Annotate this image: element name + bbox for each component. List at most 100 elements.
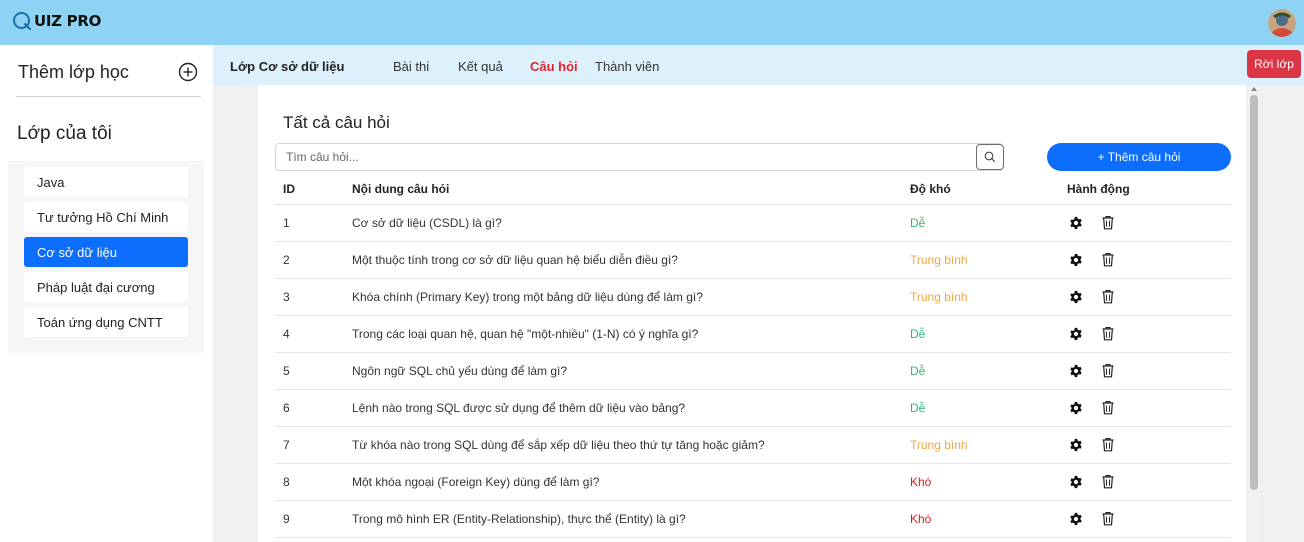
trash-icon[interactable] — [1099, 473, 1117, 491]
action-group — [1059, 436, 1231, 454]
gear-icon[interactable] — [1067, 510, 1085, 528]
action-group — [1059, 251, 1231, 269]
trash-icon[interactable] — [1099, 510, 1117, 528]
gear-icon[interactable] — [1067, 325, 1085, 343]
trash-icon[interactable] — [1099, 251, 1117, 269]
question-actions — [1059, 500, 1231, 538]
question-difficulty: Trung bình — [910, 241, 1059, 279]
question-actions — [1059, 463, 1231, 501]
table-row: 6 Lệnh nào trong SQL được sử dụng để thêm… — [275, 389, 1231, 427]
sidebar-item-co-so-du-lieu[interactable]: Cơ sở dữ liệu — [24, 237, 188, 267]
question-id: 4 — [275, 315, 352, 353]
search-input[interactable] — [275, 143, 1003, 171]
trash-icon[interactable] — [1099, 362, 1117, 380]
trash-icon[interactable] — [1099, 288, 1117, 306]
question-id: 6 — [275, 389, 352, 427]
action-group — [1059, 510, 1231, 528]
questions-panel: Tất cả câu hỏi + Thêm câu hỏi ID Nội dun… — [258, 85, 1246, 542]
question-content: Một khóa ngoại (Foreign Key) dùng để làm… — [352, 463, 910, 501]
questions-table: ID Nội dung câu hỏi Độ khó Hành động 1 Cơ… — [275, 174, 1231, 538]
sidebar-item-label: Tư tưởng Hồ Chí Minh — [37, 209, 169, 225]
sidebar-item-tu-tuong-ho-chi-minh[interactable]: Tư tưởng Hồ Chí Minh — [24, 202, 188, 232]
user-avatar[interactable] — [1268, 9, 1296, 37]
scrollbar-thumb[interactable] — [1250, 95, 1258, 490]
gear-icon[interactable] — [1067, 436, 1085, 454]
question-actions — [1059, 278, 1231, 316]
sidebar-item-toan-ung-dung-cntt[interactable]: Toán ứng dụng CNTT — [24, 307, 188, 337]
question-difficulty: Dễ — [910, 315, 1059, 353]
question-actions — [1059, 352, 1231, 390]
question-content: Lệnh nào trong SQL được sử dụng để thêm … — [352, 389, 910, 427]
question-id: 5 — [275, 352, 352, 390]
add-class-label: Thêm lớp học — [18, 61, 129, 82]
sidebar-item-java[interactable]: Java — [24, 167, 188, 197]
table-row: 2 Một thuộc tính trong cơ sở dữ liệu quan… — [275, 241, 1231, 279]
tab-cau-hoi[interactable]: Câu hỏi — [530, 59, 578, 74]
table-row: 1 Cơ sở dữ liệu (CSDL) là gì? Dễ — [275, 204, 1231, 242]
scrollbar[interactable] — [1248, 85, 1260, 542]
question-content: Trong mô hình ER (Entity-Relationship), … — [352, 500, 910, 538]
trash-icon[interactable] — [1099, 325, 1117, 343]
question-id: 2 — [275, 241, 352, 279]
question-difficulty: Khó — [910, 500, 1059, 538]
my-classes-title: Lớp của tôi — [17, 123, 112, 144]
search-icon[interactable] — [976, 144, 1004, 170]
q-logo-icon — [12, 11, 32, 31]
question-content: Ngôn ngữ SQL chủ yếu dùng để làm gì? — [352, 352, 910, 390]
app-logo[interactable]: UIZ PRO — [12, 11, 101, 31]
question-actions — [1059, 389, 1231, 427]
top-bar: UIZ PRO — [0, 0, 1304, 45]
class-subnav: Lớp Cơ sở dữ liệu Bài thi Kết quả Câu hỏ… — [213, 45, 1304, 85]
tab-bai-thi[interactable]: Bài thi — [393, 59, 429, 74]
column-header-actions: Hành động — [1059, 174, 1231, 205]
table-row: 4 Trong các loại quan hệ, quan hệ "một-nh… — [275, 315, 1231, 353]
table-row: 5 Ngôn ngữ SQL chủ yếu dùng để làm gì? Dễ — [275, 352, 1231, 390]
question-id: 3 — [275, 278, 352, 316]
add-question-button[interactable]: + Thêm câu hỏi — [1047, 143, 1231, 171]
gear-icon[interactable] — [1067, 362, 1085, 380]
trash-icon[interactable] — [1099, 214, 1117, 232]
column-header-content: Nội dung câu hỏi — [352, 174, 910, 205]
logo-text: UIZ PRO — [34, 12, 102, 30]
question-content: Cơ sở dữ liệu (CSDL) là gì? — [352, 204, 910, 242]
question-content: Trong các loại quan hệ, quan hệ "một-nhi… — [352, 315, 910, 353]
gear-icon[interactable] — [1067, 251, 1085, 269]
gear-icon[interactable] — [1067, 214, 1085, 232]
question-actions — [1059, 315, 1231, 353]
sidebar-divider — [16, 96, 201, 97]
question-content: Từ khóa nào trong SQL dùng để sắp xếp dữ… — [352, 426, 910, 464]
leave-class-button[interactable]: Rời lớp — [1247, 50, 1301, 78]
question-actions — [1059, 204, 1231, 242]
action-group — [1059, 288, 1231, 306]
question-actions — [1059, 426, 1231, 464]
table-row: 9 Trong mô hình ER (Entity-Relationship),… — [275, 500, 1231, 538]
table-header-row: ID Nội dung câu hỏi Độ khó Hành động — [275, 174, 1231, 205]
question-actions — [1059, 241, 1231, 279]
action-group — [1059, 214, 1231, 232]
question-id: 7 — [275, 426, 352, 464]
page-title: Tất cả câu hỏi — [283, 113, 390, 132]
sidebar-item-label: Pháp luật đại cương — [37, 279, 155, 295]
table-row: 7 Từ khóa nào trong SQL dùng để sắp xếp d… — [275, 426, 1231, 464]
tab-thanh-vien[interactable]: Thành viên — [595, 59, 659, 74]
question-difficulty: Khó — [910, 463, 1059, 501]
question-difficulty: Trung bình — [910, 278, 1059, 316]
tab-ket-qua[interactable]: Kết quả — [458, 59, 503, 74]
search-button[interactable] — [958, 144, 1004, 170]
add-class-button[interactable]: Thêm lớp học — [18, 59, 198, 85]
gear-icon[interactable] — [1067, 399, 1085, 417]
trash-icon[interactable] — [1099, 399, 1117, 417]
question-difficulty: Dễ — [910, 352, 1059, 390]
scroll-up-arrow-icon[interactable] — [1251, 87, 1257, 91]
question-difficulty: Trung bình — [910, 426, 1059, 464]
trash-icon[interactable] — [1099, 436, 1117, 454]
class-list: Java Tư tưởng Hồ Chí Minh Cơ sở dữ liệu … — [8, 161, 204, 353]
gear-icon[interactable] — [1067, 473, 1085, 491]
action-group — [1059, 325, 1231, 343]
gear-icon[interactable] — [1067, 288, 1085, 306]
plus-circle-icon[interactable] — [178, 62, 198, 82]
sidebar-item-phap-luat-dai-cuong[interactable]: Pháp luật đại cương — [24, 272, 188, 302]
question-difficulty: Dễ — [910, 389, 1059, 427]
sidebar-item-label: Toán ứng dụng CNTT — [37, 314, 163, 330]
action-group — [1059, 473, 1231, 491]
